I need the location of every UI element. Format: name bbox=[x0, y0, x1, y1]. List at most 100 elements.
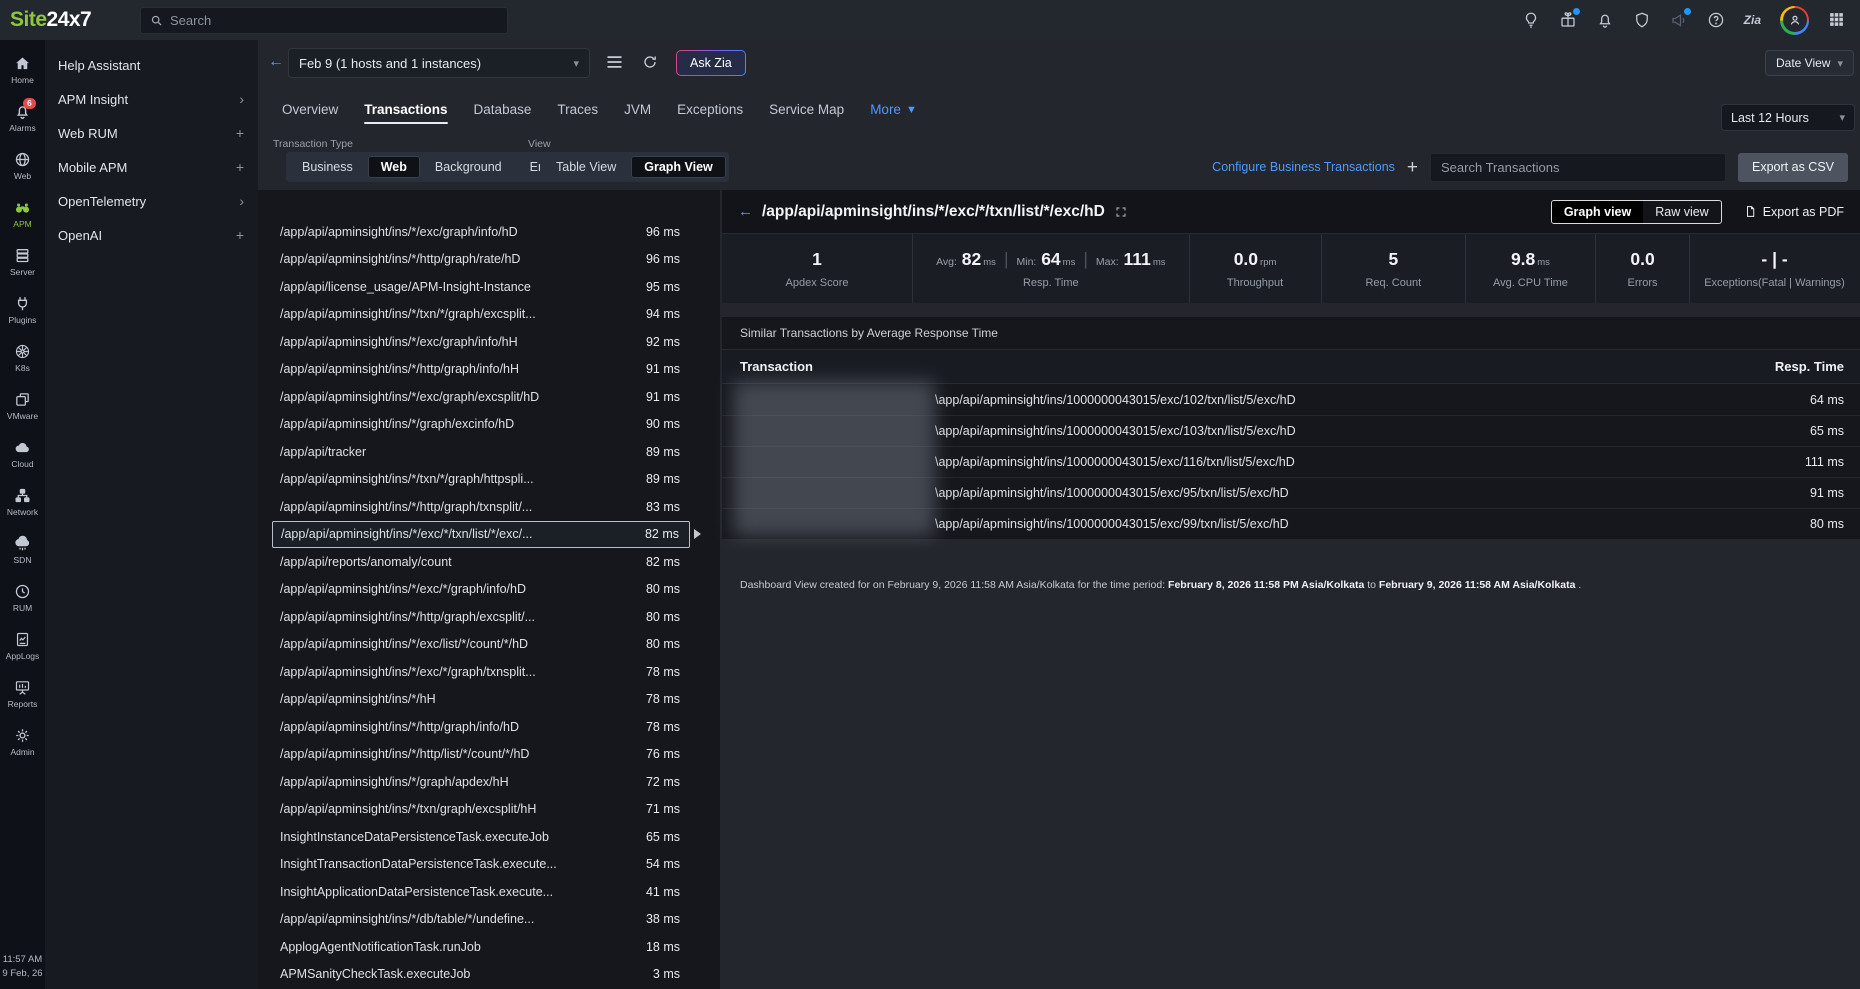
refresh-icon[interactable] bbox=[642, 54, 658, 70]
rail-item-k8s[interactable]: K8s bbox=[0, 334, 45, 382]
transaction-row[interactable]: ApplogAgentNotificationTask.runJob 18 ms bbox=[272, 933, 690, 961]
tab-service-map[interactable]: Service Map bbox=[769, 102, 844, 124]
bulb-icon[interactable] bbox=[1522, 11, 1540, 29]
monitor-scope-select[interactable]: Feb 9 (1 hosts and 1 instances) ▾ bbox=[288, 48, 590, 78]
sidebar-item-help-assistant[interactable]: Help Assistant bbox=[45, 48, 258, 82]
transaction-row[interactable]: /app/api/apminsight/ins/*/http/graph/inf… bbox=[272, 713, 690, 741]
transaction-row[interactable]: /app/api/apminsight/ins/*/exc/graph/info… bbox=[272, 218, 690, 246]
date-view-button[interactable]: Date View▾ bbox=[1765, 50, 1854, 76]
detail-back-arrow-icon[interactable]: ← bbox=[738, 203, 753, 220]
zia-icon[interactable]: Zia bbox=[1744, 13, 1761, 27]
transaction-row[interactable]: /app/api/apminsight/ins/*/http/graph/txn… bbox=[272, 493, 690, 521]
transaction-row[interactable]: /app/api/apminsight/ins/*/exc/graph/excs… bbox=[272, 383, 690, 411]
expand-icon[interactable] bbox=[1115, 206, 1127, 218]
rail-item-web[interactable]: Web bbox=[0, 142, 45, 190]
transaction-row[interactable]: /app/api/apminsight/ins/*/http/list/*/co… bbox=[272, 741, 690, 769]
similar-transaction-row[interactable]: \app/api/apminsight/ins/1000000043015/ex… bbox=[722, 384, 1860, 415]
rail-item-plugins[interactable]: Plugins bbox=[0, 286, 45, 334]
tab-more[interactable]: More▼ bbox=[870, 102, 917, 124]
rail-item-admin[interactable]: Admin bbox=[0, 718, 45, 766]
time-range-select[interactable]: Last 12 Hours▾ bbox=[1721, 104, 1855, 131]
gift-icon[interactable] bbox=[1559, 11, 1577, 29]
transaction-row[interactable]: /app/api/apminsight/ins/*/exc/*/graph/in… bbox=[272, 576, 690, 604]
tab-traces[interactable]: Traces bbox=[557, 102, 598, 124]
bell-icon[interactable] bbox=[1596, 11, 1614, 29]
raw-view-toggle[interactable]: Raw view bbox=[1643, 201, 1721, 223]
rail-item-reports[interactable]: Reports bbox=[0, 670, 45, 718]
export-pdf-button[interactable]: Export as PDF bbox=[1744, 205, 1844, 219]
help-icon[interactable] bbox=[1707, 11, 1725, 29]
transaction-row[interactable]: /app/api/apminsight/ins/*/exc/*/graph/tx… bbox=[272, 658, 690, 686]
ask-zia-button[interactable]: Ask Zia bbox=[676, 50, 746, 76]
rail-item-rum[interactable]: RUM bbox=[0, 574, 45, 622]
rail-item-vmware[interactable]: VMware bbox=[0, 382, 45, 430]
configure-business-transactions-link[interactable]: Configure Business Transactions bbox=[1212, 160, 1395, 174]
similar-transaction-row[interactable]: \app/api/apminsight/ins/1000000043015/ex… bbox=[722, 415, 1860, 446]
transaction-row[interactable]: /app/api/apminsight/ins/*/exc/graph/info… bbox=[272, 328, 690, 356]
similar-transaction-row[interactable]: \app/api/apminsight/ins/1000000043015/ex… bbox=[722, 508, 1860, 539]
tab-overview[interactable]: Overview bbox=[282, 102, 338, 124]
global-search[interactable] bbox=[140, 7, 508, 34]
back-arrow-icon[interactable]: ← bbox=[268, 53, 284, 71]
sidebar-item-openai[interactable]: OpenAI+ bbox=[45, 218, 258, 252]
similar-transaction-row[interactable]: \app/api/apminsight/ins/1000000043015/ex… bbox=[722, 477, 1860, 508]
similar-transaction-row[interactable]: \app/api/apminsight/ins/1000000043015/ex… bbox=[722, 446, 1860, 477]
transaction-row[interactable]: /app/api/reports/anomaly/count 82 ms bbox=[272, 548, 690, 576]
apps-grid-icon[interactable] bbox=[1828, 11, 1846, 29]
sidebar-item-opentelemetry[interactable]: OpenTelemetry› bbox=[45, 184, 258, 218]
rail-item-alarms[interactable]: 6Alarms bbox=[0, 94, 45, 142]
tab-jvm[interactable]: JVM bbox=[624, 102, 651, 124]
sidebar-item-web-rum[interactable]: Web RUM+ bbox=[45, 116, 258, 150]
transaction-list-panel: /app/api/apminsight/ins/*/exc/graph/info… bbox=[258, 190, 720, 989]
transaction-row[interactable]: /app/api/apminsight/ins/*/http/graph/rat… bbox=[272, 246, 690, 274]
view-table[interactable]: Table View bbox=[543, 156, 629, 178]
transaction-row[interactable]: /app/api/apminsight/ins/*/http/graph/exc… bbox=[272, 603, 690, 631]
transaction-row[interactable]: /app/api/apminsight/ins/*/txn/graph/excs… bbox=[272, 796, 690, 824]
graph-view-toggle[interactable]: Graph view bbox=[1552, 201, 1643, 223]
rail-item-server[interactable]: Server bbox=[0, 238, 45, 286]
view-graph[interactable]: Graph View bbox=[631, 156, 726, 178]
transaction-row[interactable]: /app/api/apminsight/ins/*/db/table/*/und… bbox=[272, 906, 690, 934]
plus-icon[interactable]: + bbox=[236, 125, 244, 141]
rail-item-apm[interactable]: APM bbox=[0, 190, 45, 238]
transaction-search-input[interactable] bbox=[1430, 153, 1726, 182]
export-csv-button[interactable]: Export as CSV bbox=[1738, 153, 1848, 182]
megaphone-icon[interactable] bbox=[1670, 11, 1688, 29]
transaction-row[interactable]: /app/api/apminsight/ins/*/graph/apdex/hH… bbox=[272, 768, 690, 796]
transaction-row[interactable]: /app/api/tracker 89 ms bbox=[272, 438, 690, 466]
transaction-row[interactable]: /app/api/apminsight/ins/*/graph/excinfo/… bbox=[272, 411, 690, 439]
rail-item-network[interactable]: Network bbox=[0, 478, 45, 526]
transaction-row[interactable]: InsightApplicationDataPersistenceTask.ex… bbox=[272, 878, 690, 906]
type-business[interactable]: Business bbox=[289, 156, 366, 178]
transaction-row[interactable]: /app/api/license_usage/APM-Insight-Insta… bbox=[272, 273, 690, 301]
rail-item-cloud[interactable]: Cloud bbox=[0, 430, 45, 478]
type-web[interactable]: Web bbox=[368, 156, 420, 178]
tab-database[interactable]: Database bbox=[474, 102, 532, 124]
transaction-row[interactable]: /app/api/apminsight/ins/*/txn/*/graph/ex… bbox=[272, 301, 690, 329]
tab-exceptions[interactable]: Exceptions bbox=[677, 102, 743, 124]
transaction-row[interactable]: /app/api/apminsight/ins/*/txn/*/graph/ht… bbox=[272, 466, 690, 494]
site24x7-logo[interactable]: Site24x7 bbox=[10, 8, 91, 32]
avatar[interactable] bbox=[1780, 6, 1809, 35]
sidebar-item-mobile-apm[interactable]: Mobile APM+ bbox=[45, 150, 258, 184]
plus-icon[interactable]: + bbox=[236, 227, 244, 243]
menu-icon[interactable] bbox=[606, 55, 623, 69]
transaction-row[interactable]: /app/api/apminsight/ins/*/exc/list/*/cou… bbox=[272, 631, 690, 659]
global-search-input[interactable] bbox=[170, 13, 507, 28]
transaction-row[interactable]: /app/api/apminsight/ins/*/hH 78 ms bbox=[272, 686, 690, 714]
shield-icon[interactable] bbox=[1633, 11, 1651, 29]
rail-item-sdn[interactable]: SDN bbox=[0, 526, 45, 574]
plus-icon[interactable]: + bbox=[236, 159, 244, 175]
add-business-transaction-icon[interactable]: + bbox=[1407, 158, 1418, 177]
type-background[interactable]: Background bbox=[422, 156, 515, 178]
transaction-row[interactable]: /app/api/apminsight/ins/*/exc/*/txn/list… bbox=[272, 521, 690, 549]
transaction-row[interactable]: InsightTransactionDataPersistenceTask.ex… bbox=[272, 851, 690, 879]
transaction-row[interactable]: /app/api/apminsight/ins/*/http/graph/inf… bbox=[272, 356, 690, 384]
transaction-row[interactable]: InsightInstanceDataPersistenceTask.execu… bbox=[272, 823, 690, 851]
transaction-row[interactable]: APMSanityCheckTask.executeJob 3 ms bbox=[272, 961, 690, 989]
rail-item-applogs[interactable]: AppLogs bbox=[0, 622, 45, 670]
rail-item-home[interactable]: Home bbox=[0, 46, 45, 94]
sidebar-item-apm-insight[interactable]: APM Insight› bbox=[45, 82, 258, 116]
similar-transaction-time: 91 ms bbox=[1810, 486, 1844, 500]
tab-transactions[interactable]: Transactions bbox=[364, 102, 447, 124]
